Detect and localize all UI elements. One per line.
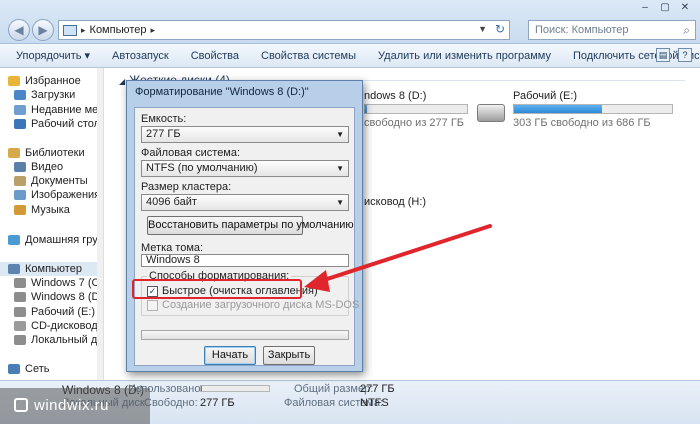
watermark-logo-icon: [14, 398, 28, 412]
watermark: windwix.ru: [0, 388, 150, 424]
annotation-arrow-icon: [304, 224, 492, 292]
watermark-text: windwix.ru: [34, 397, 110, 414]
